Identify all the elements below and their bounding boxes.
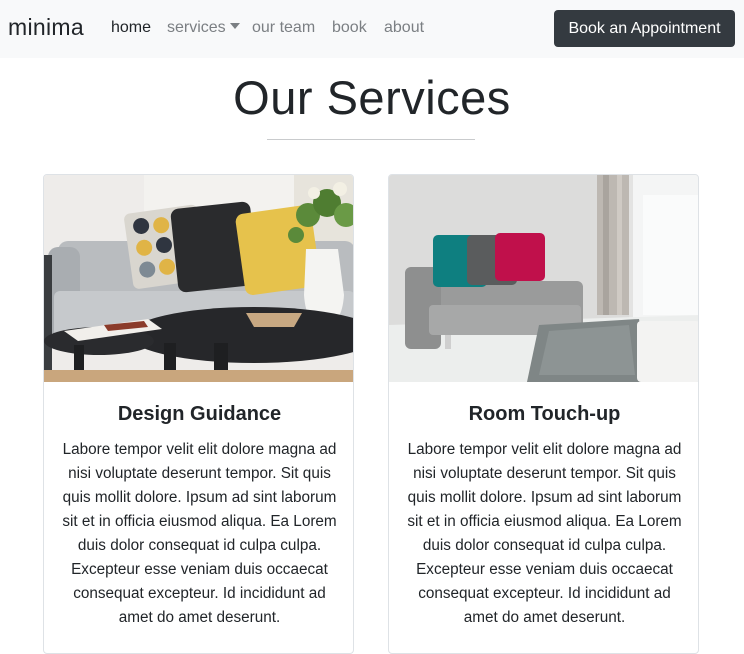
living-room-photo [44,175,353,382]
page-title: Our Services [233,71,511,124]
navbar: minima home services our team book about… [0,0,744,58]
room-photo [389,175,698,382]
title-divider [267,139,475,140]
brand-logo[interactable]: minima [8,14,84,41]
nav-link-about[interactable]: about [384,19,424,37]
chevron-down-icon [229,23,240,29]
card-description: Labore tempor velit elit dolore magna ad… [407,441,682,626]
book-appointment-button[interactable]: Book an Appointment [554,10,735,47]
nav-link-our-team[interactable]: our team [252,19,315,37]
nav-link-services[interactable]: services [167,19,240,37]
nav-link-book[interactable]: book [332,19,367,37]
service-card-room-touch-up: Room Touch-up Labore tempor velit elit d… [388,174,699,654]
service-card-design-guidance: Design Guidance Labore tempor velit elit… [43,174,354,654]
nav-link-services-label: services [167,19,226,36]
card-title: Room Touch-up [468,403,621,425]
card-title: Design Guidance [117,403,282,425]
card-description: Labore tempor velit elit dolore magna ad… [62,441,337,626]
nav-link-home[interactable]: home [111,19,151,37]
